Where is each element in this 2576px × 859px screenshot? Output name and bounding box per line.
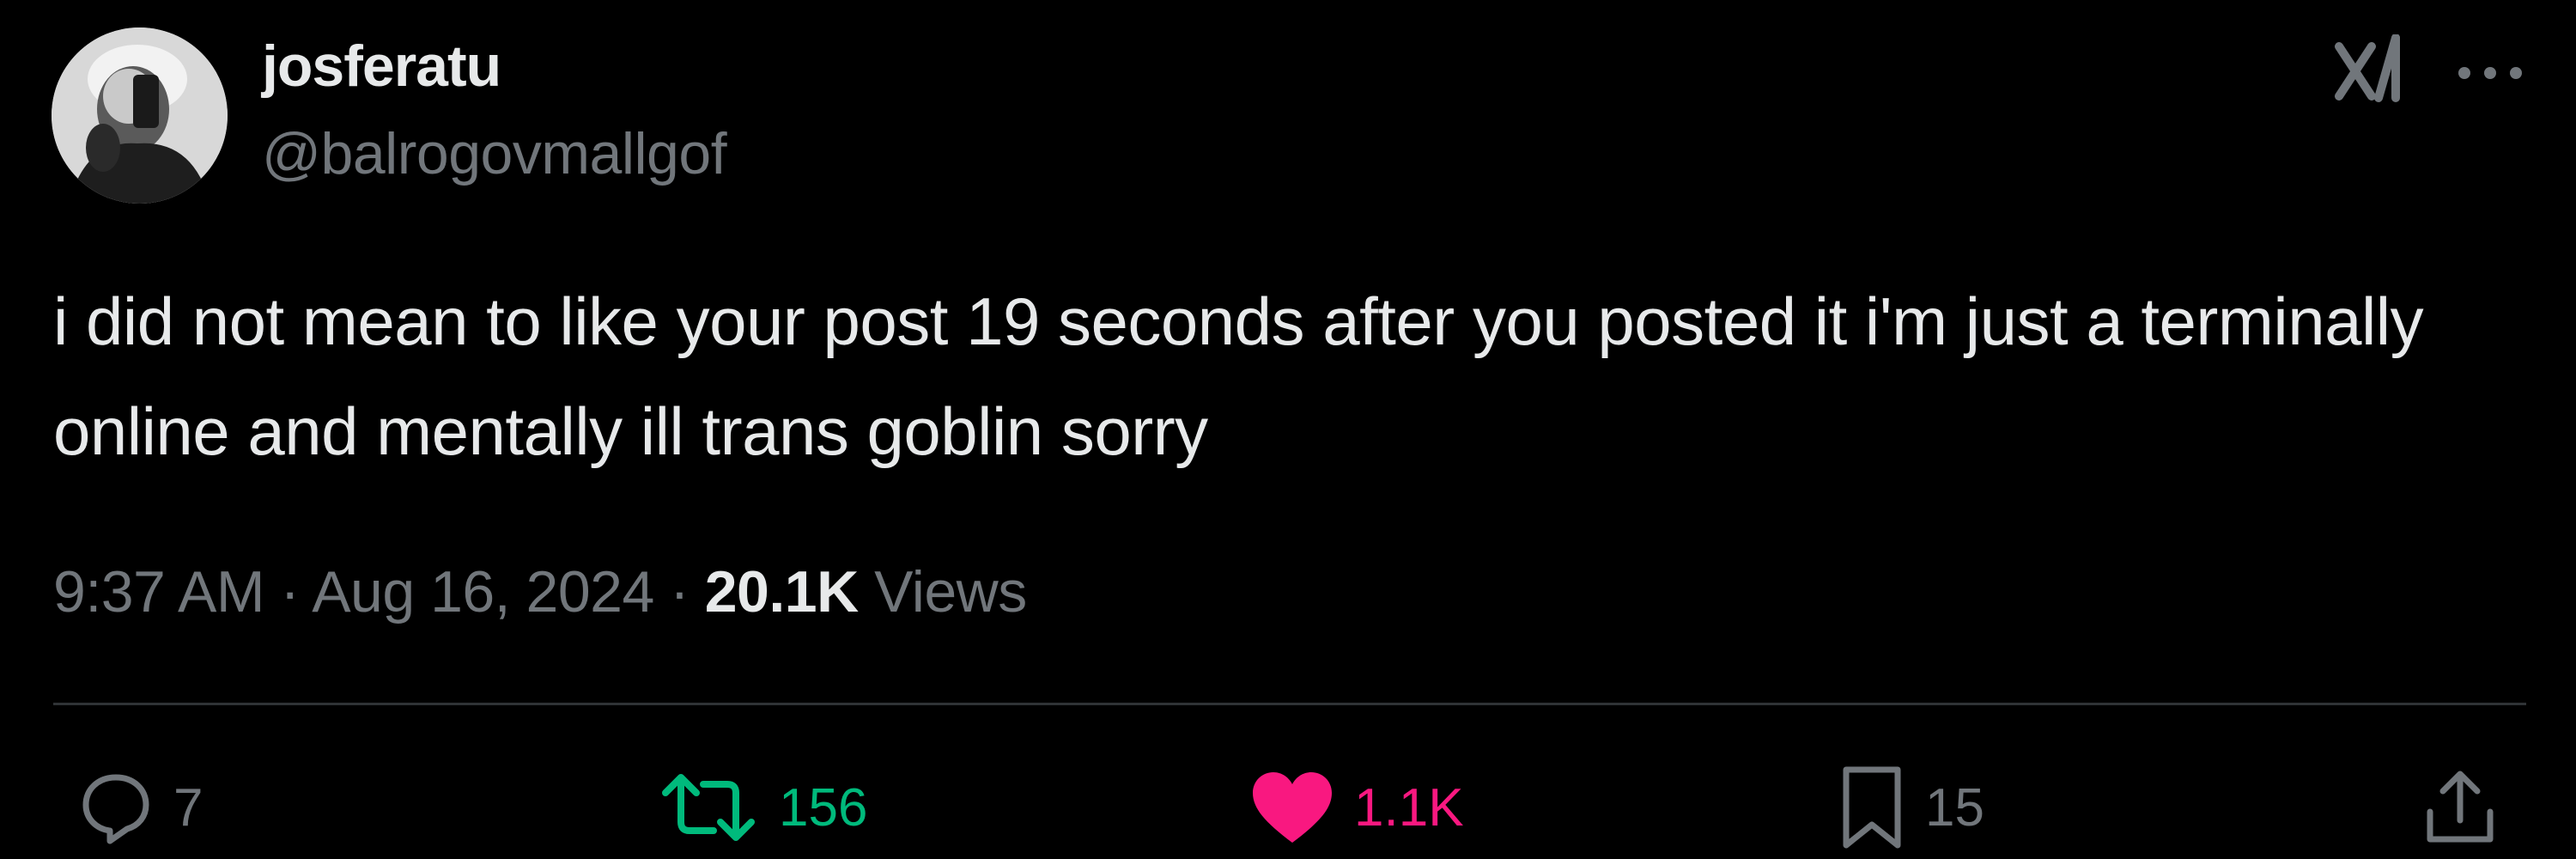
share-button[interactable] <box>2421 765 2499 850</box>
repost-count: 156 <box>779 777 868 838</box>
grok-icon[interactable] <box>2334 34 2404 105</box>
post-time[interactable]: 9:37 AM <box>53 559 265 624</box>
post-date[interactable]: Aug 16, 2024 <box>312 559 654 624</box>
reply-icon <box>77 769 155 846</box>
display-name[interactable]: josferatu <box>262 33 501 100</box>
post-text: i did not mean to like your post 19 seco… <box>53 283 2424 469</box>
reply-button[interactable]: 7 <box>77 765 203 850</box>
post-metadata: 9:37 AM · Aug 16, 2024 · 20.1K Views <box>53 558 1027 625</box>
avatar[interactable] <box>52 27 228 204</box>
more-icon[interactable] <box>2451 52 2529 94</box>
bookmark-icon <box>1838 765 1906 850</box>
views-label: Views <box>874 559 1027 624</box>
share-icon <box>2421 769 2499 846</box>
like-button[interactable]: 1.1K <box>1249 765 1464 850</box>
user-handle[interactable]: @balrogovmallgof <box>262 120 727 187</box>
repost-button[interactable]: 156 <box>657 765 867 850</box>
divider <box>53 703 2526 705</box>
separator: · <box>264 559 313 624</box>
separator: · <box>653 559 705 624</box>
bookmark-count: 15 <box>1925 777 1984 838</box>
views-count: 20.1K <box>704 559 859 624</box>
repost-icon <box>657 769 760 846</box>
bookmark-button[interactable]: 15 <box>1838 765 1984 850</box>
reply-count: 7 <box>173 777 204 838</box>
like-count: 1.1K <box>1354 777 1464 838</box>
like-icon <box>1249 769 1335 846</box>
